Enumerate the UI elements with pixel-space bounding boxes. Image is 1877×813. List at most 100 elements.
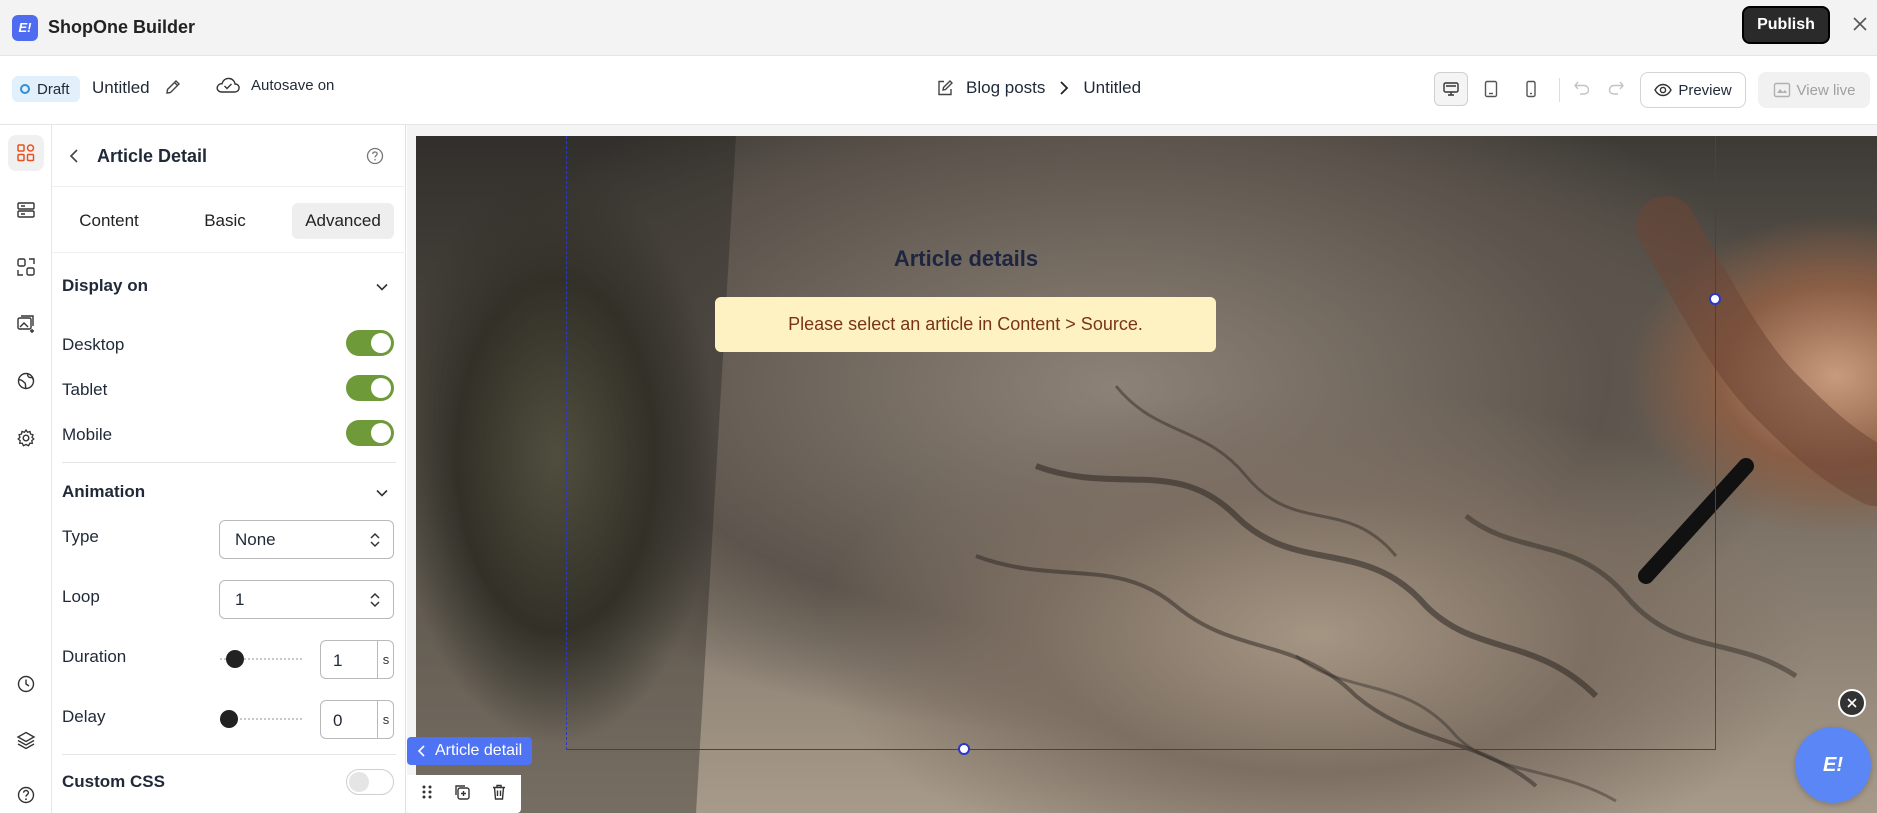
element-label: Article detail <box>435 742 523 759</box>
loop-value: 1 <box>235 589 245 609</box>
duration-slider[interactable] <box>220 649 304 669</box>
eye-icon <box>1654 83 1673 97</box>
tab-basic[interactable]: Basic <box>178 203 272 239</box>
animation-type-select[interactable]: None <box>219 520 394 559</box>
preview-button[interactable]: Preview <box>1640 72 1746 108</box>
undo-icon[interactable] <box>1572 78 1592 103</box>
delay-unit: s <box>377 701 394 738</box>
resize-handle-bottom[interactable] <box>958 743 970 755</box>
status-label: Draft <box>37 80 70 98</box>
panel-title: Article Detail <box>97 146 208 166</box>
delay-input[interactable]: 0 s <box>320 700 394 739</box>
question-circle-icon[interactable] <box>366 147 384 170</box>
chevron-down-icon[interactable] <box>374 279 390 300</box>
close-icon[interactable] <box>1848 12 1872 36</box>
duplicate-icon[interactable] <box>453 783 471 806</box>
view-live-button[interactable]: View live <box>1758 72 1870 108</box>
app-logo: E! <box>12 14 38 41</box>
tab-content[interactable]: Content <box>62 203 156 239</box>
trash-icon[interactable] <box>490 783 508 806</box>
cloud-check-icon <box>216 77 240 93</box>
publish-button[interactable]: Publish <box>1742 6 1830 44</box>
mobile-label: Mobile <box>62 425 113 444</box>
selected-element-outline <box>566 136 1716 750</box>
element-label-chip[interactable]: Article detail <box>407 737 533 765</box>
panel-header: Article Detail <box>52 125 406 187</box>
edit-name-icon[interactable] <box>164 78 182 101</box>
resize-handle-right[interactable] <box>1709 293 1721 305</box>
loop-label: Loop <box>62 587 100 606</box>
media-library-icon[interactable] <box>8 306 44 342</box>
chevron-up-down-icon <box>370 532 380 548</box>
breadcrumb-item-blog-posts[interactable]: Blog posts <box>966 78 1045 98</box>
element-toolbar <box>407 775 521 813</box>
section-divider <box>62 754 396 755</box>
help-icon[interactable] <box>8 777 44 813</box>
slider-thumb[interactable] <box>220 710 238 728</box>
close-icon[interactable] <box>1838 689 1866 717</box>
toolbar-divider <box>1559 78 1560 102</box>
chevron-up-down-icon <box>370 592 380 608</box>
toggle-knob <box>371 423 391 443</box>
device-switcher <box>1434 72 1554 106</box>
panel-tabs: Content Basic Advanced <box>52 187 406 253</box>
history-icon[interactable] <box>8 666 44 702</box>
type-label: Type <box>62 527 99 546</box>
custom-css-heading: Custom CSS <box>62 772 165 791</box>
duration-label: Duration <box>62 647 127 666</box>
tab-advanced[interactable]: Advanced <box>292 203 394 239</box>
chevron-right-icon <box>1060 81 1069 95</box>
editor-toolbar: Draft Untitled Autosave on Blog posts Un… <box>0 56 1877 125</box>
document-name[interactable]: Untitled <box>92 78 150 98</box>
mobile-toggle[interactable] <box>346 420 394 446</box>
article-details-heading[interactable]: Article details <box>716 246 1216 272</box>
display-on-heading[interactable]: Display on <box>62 276 148 296</box>
breadcrumb-item-current: Untitled <box>1083 78 1142 97</box>
toggle-knob <box>371 378 391 398</box>
duration-value: 1 <box>333 651 343 670</box>
delay-value: 0 <box>333 711 343 730</box>
settings-panel: Article Detail Content Basic Advanced Di… <box>52 125 406 813</box>
preview-label: Preview <box>1678 81 1732 99</box>
select-article-notice: Please select an article in Content > So… <box>715 297 1216 352</box>
view-live-label: View live <box>1796 81 1856 99</box>
duration-unit: s <box>377 641 394 678</box>
autosave-label: Autosave on <box>251 76 335 94</box>
top-bar: E! ShopOne Builder Publish <box>0 0 1877 56</box>
mobile-view-icon[interactable] <box>1514 72 1548 106</box>
templates-icon[interactable] <box>8 249 44 285</box>
slider-thumb[interactable] <box>226 650 244 668</box>
redo-icon[interactable] <box>1606 78 1626 103</box>
breadcrumb: Blog posts Untitled <box>936 78 1141 98</box>
drag-handle-icon[interactable] <box>420 783 434 806</box>
back-chevron-icon[interactable] <box>66 147 84 170</box>
app-title: ShopOne Builder <box>48 17 196 37</box>
status-dot-icon <box>20 84 30 94</box>
elements-icon[interactable] <box>8 135 44 171</box>
desktop-toggle[interactable] <box>346 330 394 356</box>
loop-select[interactable]: 1 <box>219 580 394 619</box>
desktop-view-icon[interactable] <box>1434 72 1468 106</box>
sections-icon[interactable] <box>8 192 44 228</box>
chat-launcher-button[interactable]: E! <box>1795 727 1871 803</box>
tablet-toggle[interactable] <box>346 375 394 401</box>
toggle-knob <box>371 333 391 353</box>
tablet-label: Tablet <box>62 380 108 399</box>
chevron-down-icon[interactable] <box>374 485 390 506</box>
settings-gear-icon[interactable] <box>8 420 44 456</box>
custom-css-toggle[interactable] <box>346 769 394 795</box>
left-rail <box>0 125 52 813</box>
layers-icon[interactable] <box>8 722 44 758</box>
animation-heading[interactable]: Animation <box>62 482 145 502</box>
section-divider <box>62 462 396 463</box>
duration-input[interactable]: 1 s <box>320 640 394 679</box>
delay-label: Delay <box>62 707 106 726</box>
globe-icon[interactable] <box>8 363 44 399</box>
store-icon <box>1773 82 1790 98</box>
autosave-indicator: Autosave on <box>215 76 334 94</box>
desktop-label: Desktop <box>62 335 125 354</box>
status-badge: Draft <box>12 76 80 102</box>
chevron-left-icon <box>417 745 425 757</box>
delay-slider[interactable] <box>220 709 304 729</box>
tablet-view-icon[interactable] <box>1474 72 1508 106</box>
